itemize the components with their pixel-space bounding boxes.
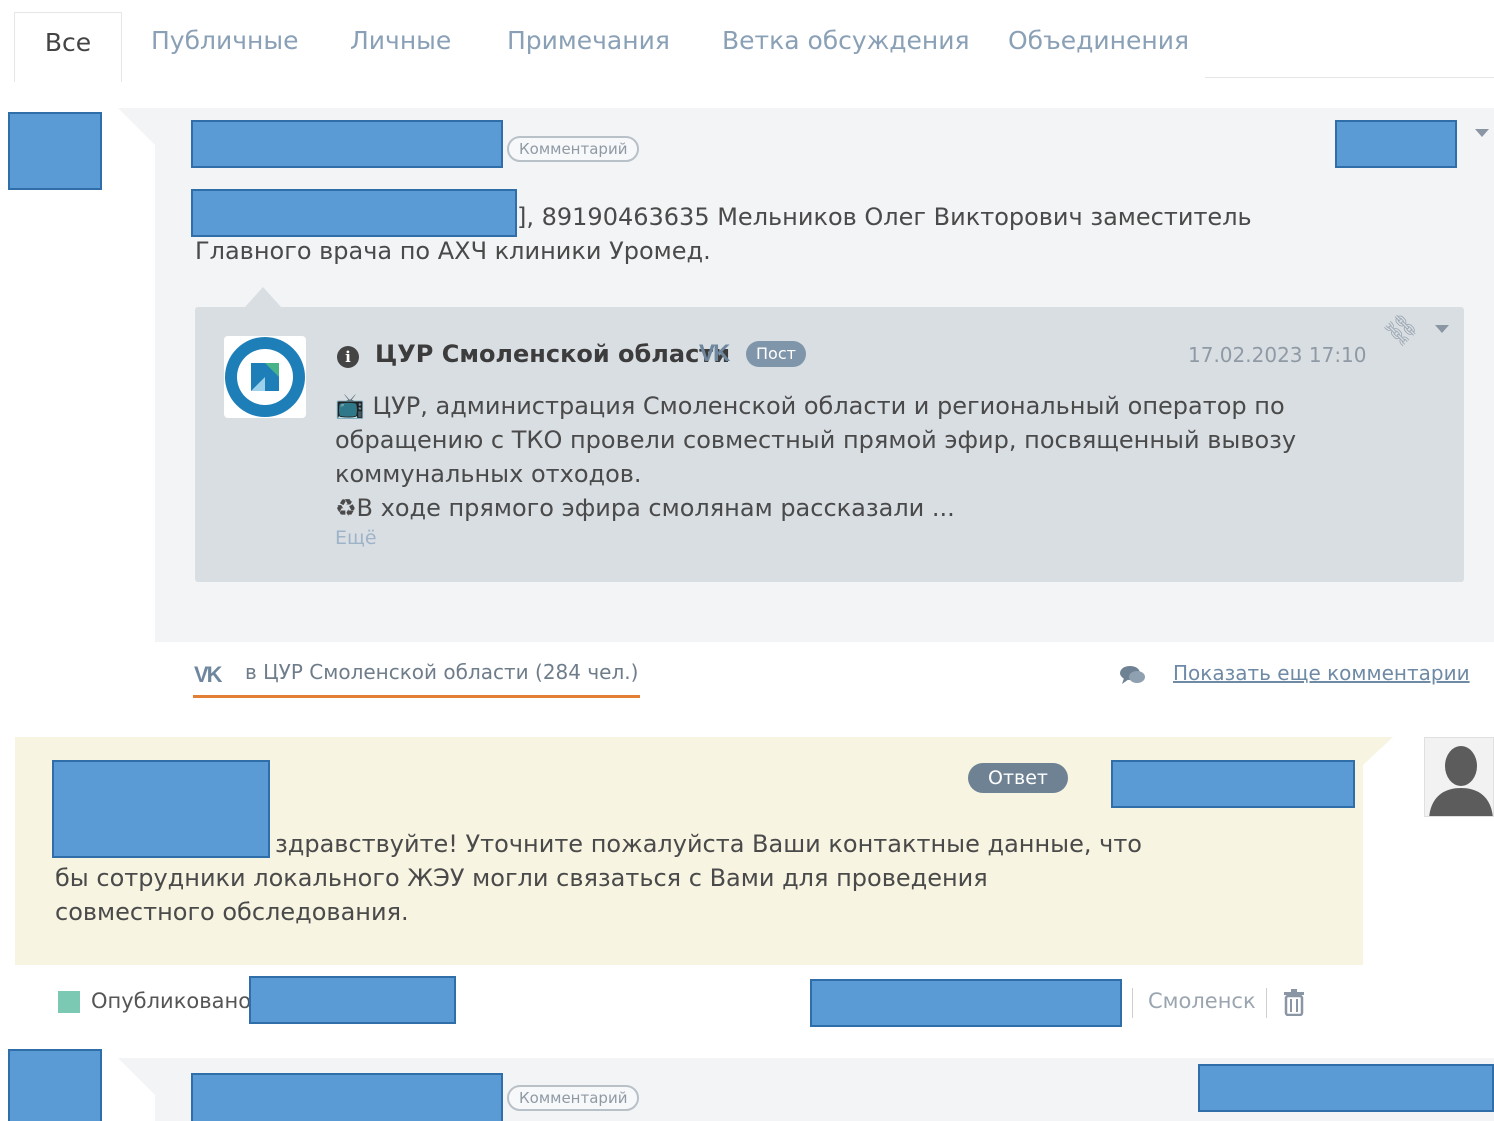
post-date: 17.02.2023 17:10: [1188, 343, 1367, 367]
tab-bar-divider: [1205, 77, 1494, 78]
post-more-link[interactable]: Ещё: [335, 527, 377, 549]
redacted-publisher: [249, 976, 456, 1024]
post-pointer: [245, 287, 281, 307]
post-text-line: 📺 ЦУР, администрация Смоленской области …: [335, 392, 1297, 488]
redacted-avatar: [8, 1049, 102, 1121]
redacted-date: [1335, 120, 1457, 168]
footer-divider: [1132, 988, 1133, 1018]
comment-card-pointer: [118, 108, 156, 146]
redacted-date: [1198, 1064, 1494, 1112]
redacted-reply-date: [1111, 760, 1355, 808]
comment-type-badge: Комментарий: [507, 1085, 640, 1111]
redacted-author: [191, 1073, 503, 1121]
city-label: Смоленск: [1148, 989, 1256, 1013]
redacted-source: [810, 979, 1122, 1027]
show-more-comments-link[interactable]: Показать еще комментарии: [1173, 661, 1470, 685]
post-author-name[interactable]: ЦУР Смоленской области: [375, 340, 730, 368]
tab-public[interactable]: Публичные: [151, 26, 298, 55]
vk-icon: VK: [699, 340, 730, 367]
tab-discussion-thread[interactable]: Ветка обсуждения: [722, 26, 970, 55]
tab-merges[interactable]: Объединения: [1008, 26, 1189, 55]
tab-notes[interactable]: Примечания: [507, 26, 670, 55]
cur-logo-icon: [225, 337, 305, 417]
comments-icon: [1120, 666, 1145, 684]
reply-card-pointer: [1363, 737, 1393, 765]
published-status-icon: [58, 991, 80, 1013]
post-text: 📺 ЦУР, администрация Смоленской области …: [335, 389, 1335, 525]
publish-status: Опубликовано: [91, 989, 252, 1013]
comment-type-badge: Комментарий: [507, 136, 640, 162]
tab-personal[interactable]: Личные: [350, 26, 451, 55]
tab-bar: Все Публичные Личные Примечания Ветка об…: [0, 0, 1494, 82]
vk-icon: VK: [194, 662, 223, 687]
reply-avatar[interactable]: [1424, 737, 1494, 817]
info-icon[interactable]: i: [337, 346, 359, 368]
comment-menu-caret-icon[interactable]: [1475, 129, 1489, 137]
footer-divider: [1266, 988, 1267, 1018]
post-type-badge: Пост: [746, 341, 806, 367]
reply-type-badge: Ответ: [968, 763, 1068, 793]
tab-all[interactable]: Все: [14, 12, 122, 82]
reply-text: здравствуйте! Уточните пожалуйста Ваши к…: [55, 830, 1142, 926]
comment-card-pointer: [118, 1058, 156, 1096]
redacted-mention: [191, 189, 517, 237]
post-menu-caret-icon[interactable]: [1435, 325, 1449, 333]
post-author-logo[interactable]: [224, 336, 306, 418]
post-text-line: ♻В ходе прямого эфира смолянам рассказал…: [335, 494, 955, 522]
group-source-link[interactable]: в ЦУР Смоленской области (284 чел.): [245, 660, 638, 684]
redacted-author: [191, 120, 503, 168]
redacted-avatar: [8, 112, 102, 190]
user-silhouette-icon: [1429, 746, 1493, 816]
trash-icon[interactable]: [1283, 988, 1305, 1016]
